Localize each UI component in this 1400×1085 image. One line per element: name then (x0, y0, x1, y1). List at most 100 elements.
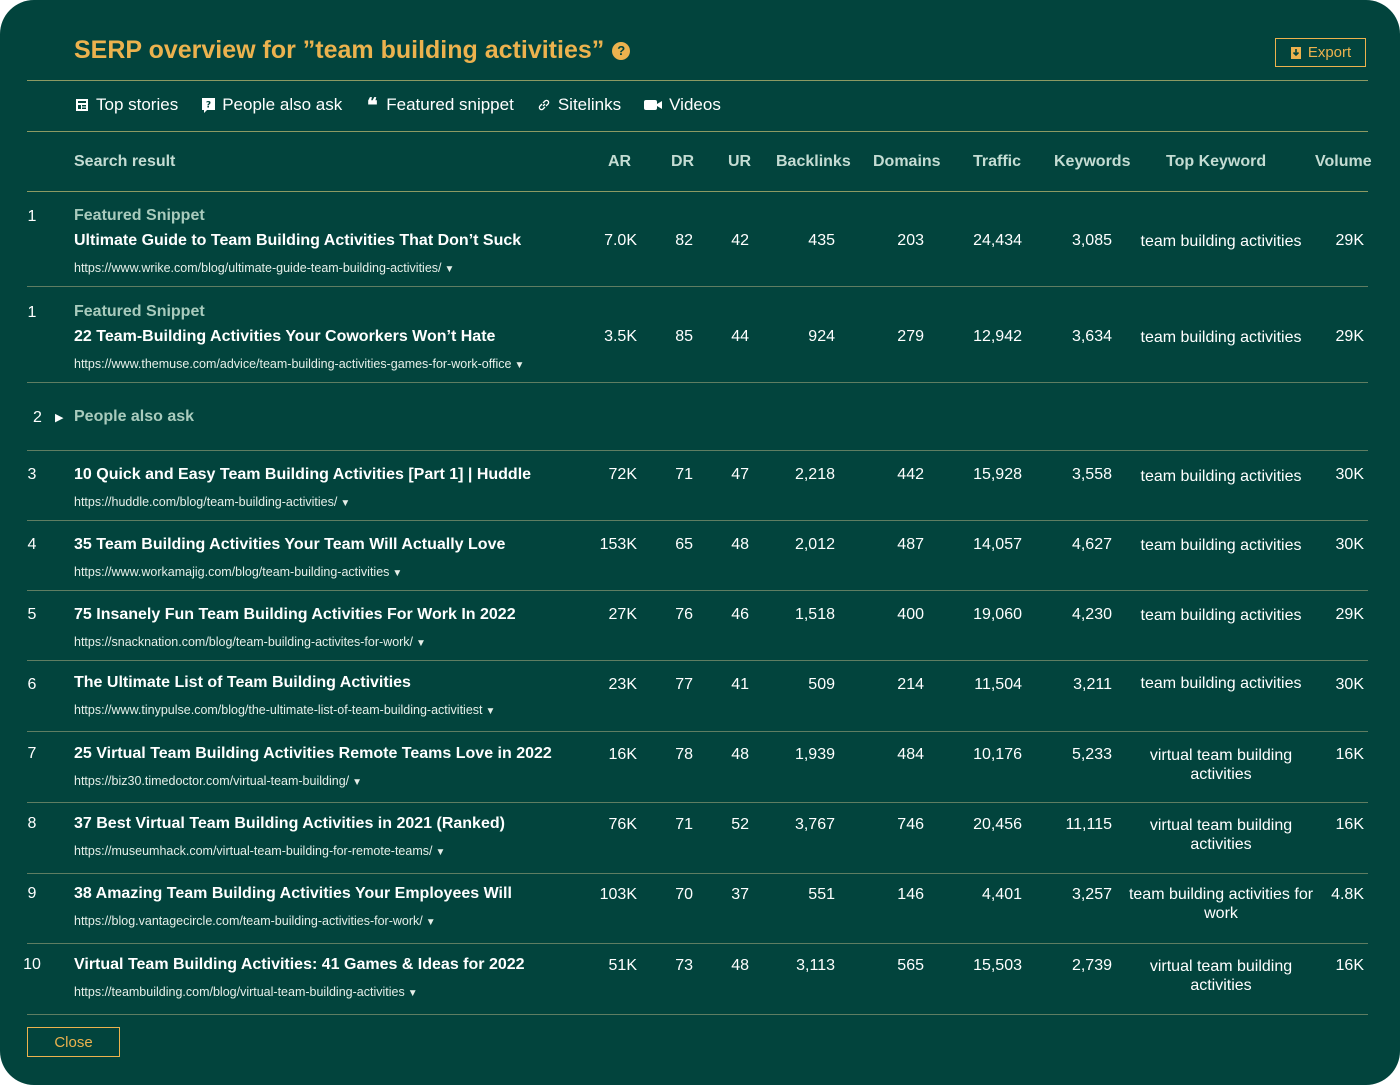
cell-volume: 16K (1335, 957, 1364, 974)
result-url[interactable]: https://museumhack.com/virtual-team-buil… (74, 844, 445, 858)
cell-volume: 29K (1335, 232, 1364, 249)
cell-top-keyword[interactable]: team building activities (1124, 536, 1318, 555)
cell-traffic: 11,504 (974, 676, 1022, 693)
question-box-icon: ? (200, 97, 216, 114)
cell-volume: 16K (1335, 746, 1364, 763)
result-url[interactable]: https://www.wrike.com/blog/ultimate-guid… (74, 261, 454, 275)
dropdown-caret-icon[interactable]: ▼ (445, 264, 455, 275)
cell-ur: 48 (731, 957, 749, 974)
result-title-link[interactable]: 37 Best Virtual Team Building Activities… (74, 815, 505, 833)
result-title-link[interactable]: 35 Team Building Activities Your Team Wi… (74, 536, 505, 554)
result-url-text: https://teambuilding.com/blog/virtual-te… (74, 985, 405, 999)
result-title-link[interactable]: 22 Team-Building Activities Your Coworke… (74, 328, 495, 346)
cell-keywords: 3,257 (1071, 886, 1112, 903)
result-url[interactable]: https://www.tinypulse.com/blog/the-ultim… (74, 703, 495, 717)
cell-ar: 16K (608, 746, 637, 763)
feature-people-also-ask[interactable]: ? People also ask (200, 95, 342, 115)
result-url[interactable]: https://www.themuse.com/advice/team-buil… (74, 357, 524, 371)
svg-text:?: ? (206, 100, 211, 110)
result-url[interactable]: https://teambuilding.com/blog/virtual-te… (74, 985, 418, 999)
cell-traffic: 15,503 (973, 957, 1022, 974)
cell-dr: 71 (675, 466, 693, 483)
link-icon (536, 98, 552, 112)
cell-domains: 400 (897, 606, 924, 623)
feature-sitelinks[interactable]: Sitelinks (536, 95, 621, 115)
cell-traffic: 20,456 (973, 816, 1022, 833)
dropdown-caret-icon[interactable]: ▼ (426, 917, 436, 928)
column-header-keywords[interactable]: Keywords (1054, 153, 1130, 171)
close-button[interactable]: Close (27, 1027, 120, 1057)
result-url[interactable]: https://www.workamajig.com/blog/team-bui… (74, 565, 402, 579)
result-url[interactable]: https://biz30.timedoctor.com/virtual-tea… (74, 774, 362, 788)
result-title-link[interactable]: Virtual Team Building Activities: 41 Gam… (74, 956, 525, 974)
column-header-backlinks[interactable]: Backlinks (776, 153, 851, 171)
result-url-text: https://museumhack.com/virtual-team-buil… (74, 844, 433, 858)
rank: 5 (27, 606, 37, 623)
result-title-link[interactable]: 25 Virtual Team Building Activities Remo… (74, 745, 552, 763)
feature-top-stories[interactable]: Top stories (74, 95, 178, 115)
row-divider (27, 382, 1368, 383)
dropdown-caret-icon[interactable]: ▼ (392, 568, 402, 579)
cell-dr: 73 (675, 957, 693, 974)
column-header-domains[interactable]: Domains (873, 153, 941, 171)
rank: 7 (27, 745, 37, 762)
cell-top-keyword[interactable]: team building activities (1124, 674, 1318, 693)
column-header-search-result[interactable]: Search result (74, 153, 175, 171)
cell-backlinks: 2,218 (794, 466, 835, 483)
dropdown-caret-icon[interactable]: ▼ (340, 498, 350, 509)
cell-top-keyword[interactable]: team building activities (1124, 467, 1318, 486)
feature-featured-snippet[interactable]: ❝ Featured snippet (364, 95, 514, 115)
result-url-text: https://www.workamajig.com/blog/team-bui… (74, 565, 390, 579)
cell-keywords: 3,558 (1071, 466, 1112, 483)
result-title-link[interactable]: 10 Quick and Easy Team Building Activiti… (74, 466, 531, 484)
cell-top-keyword[interactable]: team building activities for work (1124, 885, 1318, 923)
people-also-ask-label[interactable]: People also ask (74, 408, 194, 426)
dropdown-caret-icon[interactable]: ▼ (486, 706, 496, 717)
cell-ar: 7.0K (604, 232, 637, 249)
cell-ur: 46 (731, 606, 749, 623)
cell-top-keyword[interactable]: virtual team building activities (1124, 746, 1318, 784)
column-header-top-keyword[interactable]: Top Keyword (1166, 153, 1266, 171)
cell-ur: 44 (731, 328, 749, 345)
column-header-ar[interactable]: AR (608, 153, 631, 171)
dropdown-caret-icon[interactable]: ▼ (416, 638, 426, 649)
export-button[interactable]: Export (1275, 38, 1366, 67)
result-url[interactable]: https://snacknation.com/blog/team-buildi… (74, 635, 426, 649)
result-url[interactable]: https://blog.vantagecircle.com/team-buil… (74, 914, 436, 928)
result-title-link[interactable]: The Ultimate List of Team Building Activ… (74, 674, 411, 692)
cell-keywords: 3,634 (1071, 328, 1112, 345)
cell-top-keyword[interactable]: team building activities (1124, 232, 1318, 251)
result-title-link[interactable]: 75 Insanely Fun Team Building Activities… (74, 606, 516, 624)
dropdown-caret-icon[interactable]: ▼ (435, 847, 445, 858)
expand-triangle-icon[interactable]: ▶ (55, 411, 63, 424)
column-header-dr[interactable]: DR (671, 153, 694, 171)
result-title-link[interactable]: 38 Amazing Team Building Activities Your… (74, 885, 512, 903)
cell-top-keyword[interactable]: virtual team building activities (1124, 957, 1318, 995)
cell-keywords: 3,211 (1073, 676, 1112, 693)
cell-volume: 16K (1335, 816, 1364, 833)
feature-videos[interactable]: Videos (643, 95, 721, 115)
cell-backlinks: 2,012 (794, 536, 835, 553)
dropdown-caret-icon[interactable]: ▼ (352, 777, 362, 788)
cell-traffic: 10,176 (973, 746, 1022, 763)
cell-top-keyword[interactable]: virtual team building activities (1124, 816, 1318, 854)
column-header-volume[interactable]: Volume (1315, 153, 1372, 171)
cell-backlinks: 509 (808, 676, 835, 693)
rank: 9 (27, 885, 37, 902)
result-url-text: https://www.tinypulse.com/blog/the-ultim… (74, 703, 483, 717)
help-icon[interactable]: ? (612, 41, 631, 60)
rank: 1 (27, 304, 37, 321)
dropdown-caret-icon[interactable]: ▼ (408, 988, 418, 999)
result-title-link[interactable]: Ultimate Guide to Team Building Activiti… (74, 232, 521, 250)
result-url[interactable]: https://huddle.com/blog/team-building-ac… (74, 495, 350, 509)
cell-domains: 565 (897, 957, 924, 974)
dropdown-caret-icon[interactable]: ▼ (514, 360, 524, 371)
cell-domains: 442 (897, 466, 924, 483)
column-header-traffic[interactable]: Traffic (973, 153, 1021, 171)
cell-ur: 48 (731, 746, 749, 763)
featured-snippet-label: Featured Snippet (74, 207, 205, 224)
cell-top-keyword[interactable]: team building activities (1124, 328, 1318, 347)
cell-top-keyword[interactable]: team building activities (1124, 606, 1318, 625)
cell-traffic: 12,942 (973, 328, 1022, 345)
column-header-ur[interactable]: UR (728, 153, 751, 171)
